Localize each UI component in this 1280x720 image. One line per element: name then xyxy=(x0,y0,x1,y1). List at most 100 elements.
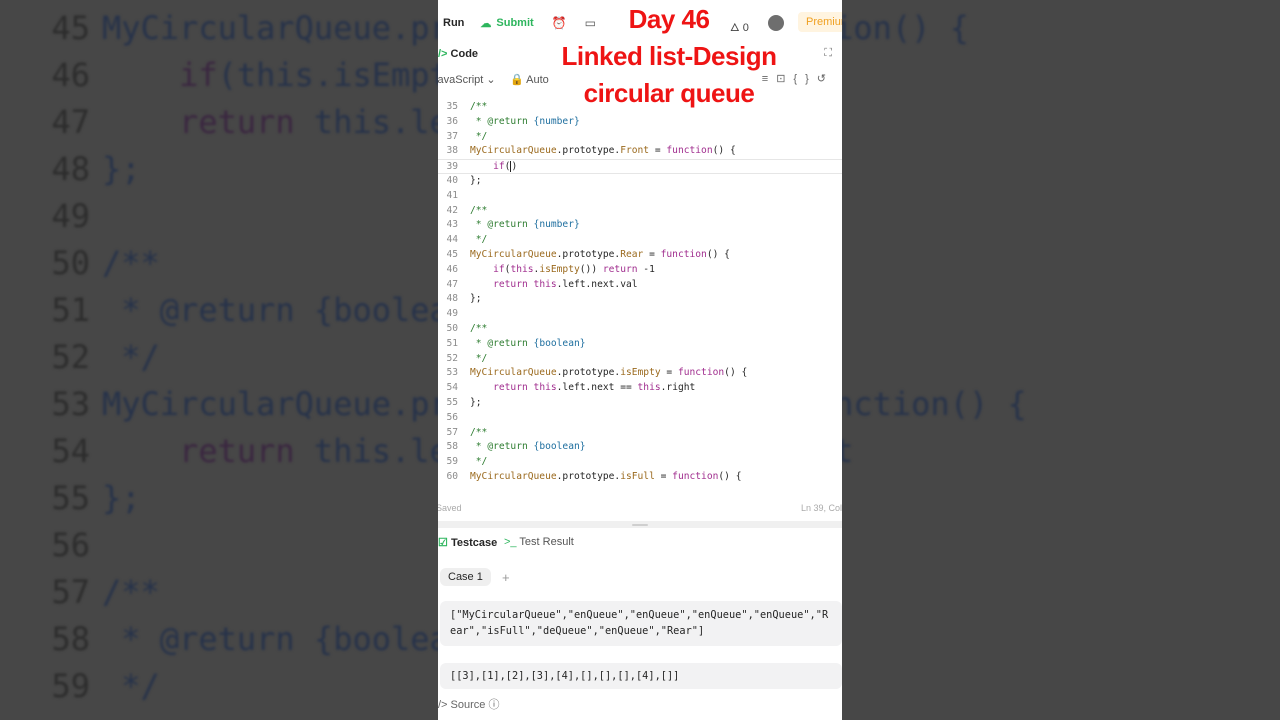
code-line[interactable]: 54 return this.left.next == this.right xyxy=(438,381,842,396)
submit-button[interactable]: ☁ Submit xyxy=(480,17,533,30)
line-number: 58 xyxy=(446,441,458,453)
code-line[interactable]: 43 * @return {number} xyxy=(438,218,842,233)
code-line[interactable]: 36 * @return {number} xyxy=(438,115,842,130)
premium-button[interactable]: Premium xyxy=(798,12,842,32)
code-line[interactable]: 55}; xyxy=(438,396,842,411)
line-number: 48 xyxy=(446,293,458,305)
code-line[interactable]: 39 if() xyxy=(438,159,842,174)
code-line[interactable]: 40}; xyxy=(438,174,842,189)
background-line-number: 52 xyxy=(51,337,90,376)
background-line-number: 47 xyxy=(51,102,90,141)
code-token: /** xyxy=(470,323,488,334)
background-line-number: 50 xyxy=(51,243,90,282)
code-token: () { xyxy=(712,145,736,157)
background-line-number: 48 xyxy=(51,149,90,188)
code-line[interactable]: 46 if(this.isEmpty()) return -1 xyxy=(438,263,842,278)
tab-testcase[interactable]: ☑ Testcase xyxy=(438,536,497,549)
source-link[interactable]: /> Source ⓘ xyxy=(438,696,499,712)
code-line[interactable]: 49 xyxy=(438,307,842,322)
language-label: JavaScript xyxy=(438,74,484,86)
help-icon: ⓘ xyxy=(488,699,500,711)
background-code-text: }; xyxy=(102,479,141,517)
code-line[interactable]: 44 */ xyxy=(438,233,842,248)
code-token: */ xyxy=(470,130,488,142)
background-code-token: */ xyxy=(102,337,160,376)
code-token: .right xyxy=(660,382,696,394)
code-text: }; xyxy=(470,174,482,189)
run-button[interactable]: Run xyxy=(443,17,464,29)
background-code-line: 49 xyxy=(0,192,102,239)
background-line-number: 57 xyxy=(51,572,90,611)
code-line[interactable]: 59 */ xyxy=(438,455,842,470)
code-token: MyCircularQueue xyxy=(470,249,557,260)
code-line[interactable]: 41 xyxy=(438,189,842,204)
background-line-number: 59 xyxy=(51,666,90,705)
code-text: MyCircularQueue.prototype.Rear = functio… xyxy=(470,248,730,263)
background-code-token: /** xyxy=(102,572,160,611)
code-line[interactable]: 37 */ xyxy=(438,130,842,145)
test-tabs: ☑ Testcase >_ Test Result xyxy=(438,534,842,552)
panel-resize-handle[interactable] xyxy=(438,521,842,528)
code-icon: /> xyxy=(438,699,448,711)
background-code-text: */ xyxy=(102,338,160,376)
code-text: * @return {number} xyxy=(470,218,580,233)
code-line[interactable]: 48}; xyxy=(438,292,842,307)
code-token: this xyxy=(637,382,661,394)
add-case-icon[interactable]: + xyxy=(502,570,510,585)
background-code-text: }; xyxy=(102,150,141,188)
code-token: */ xyxy=(470,234,488,246)
cloud-upload-icon: ☁ xyxy=(480,17,492,30)
code-text: if() xyxy=(470,160,517,175)
code-token: function xyxy=(677,367,725,379)
code-token: * @return xyxy=(470,337,534,349)
code-token: }; xyxy=(470,175,482,186)
code-line[interactable]: 38 MyCircularQueue.prototype.Front = func… xyxy=(438,144,842,159)
line-number: 52 xyxy=(446,352,458,364)
code-editor[interactable]: 35/** 36 * @return {number} 37 */38 MyCircu… xyxy=(438,88,842,492)
code-token: }; xyxy=(470,397,482,408)
background-code-token: if xyxy=(102,55,218,94)
code-line[interactable]: 47 return this.left.next.val xyxy=(438,278,842,293)
code-line[interactable]: 42 /** xyxy=(438,204,842,219)
code-line[interactable]: 53 MyCircularQueue.prototype.isEmpty = fu… xyxy=(438,366,842,381)
code-token: if xyxy=(470,161,505,173)
input-line-1: ["MyCircularQueue","enQueue","enQueue","… xyxy=(450,609,829,621)
background-code-line: 50 /** xyxy=(0,239,159,286)
code-token: {number} xyxy=(533,219,580,231)
line-number: 60 xyxy=(446,471,458,482)
code-line[interactable]: 45 MyCircularQueue.prototype.Rear = funct… xyxy=(438,248,842,263)
code-token: .left.next == xyxy=(556,382,638,394)
language-select[interactable]: JavaScript ⌄ xyxy=(438,73,496,86)
background-line-number: 58 xyxy=(51,619,90,658)
code-line[interactable]: 56 xyxy=(438,411,842,426)
code-token: () { xyxy=(718,471,742,482)
reset-icon[interactable]: ↺ xyxy=(817,73,834,85)
background-code-line: 51 * @return {boolean} xyxy=(0,286,487,333)
code-text: MyCircularQueue.prototype.isFull = funct… xyxy=(470,470,742,485)
line-number: 39 xyxy=(446,161,458,173)
testcase-input-args[interactable]: [[3],[1],[2],[3],[4],[],[],[],[4],[]] xyxy=(440,663,842,689)
code-line[interactable]: 57 /** xyxy=(438,426,842,441)
code-line[interactable]: 52 */ xyxy=(438,352,842,367)
case-1-tab[interactable]: Case 1 xyxy=(440,568,491,586)
code-line[interactable]: 51 * @return {boolean} xyxy=(438,337,842,352)
editor-status: Saved Ln 39, Col xyxy=(438,503,842,517)
code-text: /** xyxy=(470,100,487,115)
submit-label: Submit xyxy=(496,17,534,29)
code-line[interactable]: 60 MyCircularQueue.prototype.isFull = fun… xyxy=(438,470,842,485)
code-token: if xyxy=(470,263,505,275)
expand-icon[interactable]: ⛶ xyxy=(824,47,832,60)
code-line[interactable]: 58 * @return {boolean} xyxy=(438,440,842,455)
code-line[interactable]: 50 /** xyxy=(438,322,842,337)
line-number: 50 xyxy=(446,323,458,334)
line-number: 49 xyxy=(446,308,458,320)
line-number: 57 xyxy=(446,426,458,438)
line-number: 35 xyxy=(446,101,458,112)
background-code-text: */ xyxy=(102,667,160,705)
code-text: }; xyxy=(470,292,482,307)
input-args: [[3],[1],[2],[3],[4],[],[],[],[4],[]] xyxy=(450,670,680,682)
testcase-input-methods[interactable]: ["MyCircularQueue","enQueue","enQueue","… xyxy=(440,601,842,646)
grip-icon xyxy=(632,524,648,526)
code-text: * @return {number} xyxy=(470,115,580,130)
tab-test-result[interactable]: >_ Test Result xyxy=(504,536,574,548)
